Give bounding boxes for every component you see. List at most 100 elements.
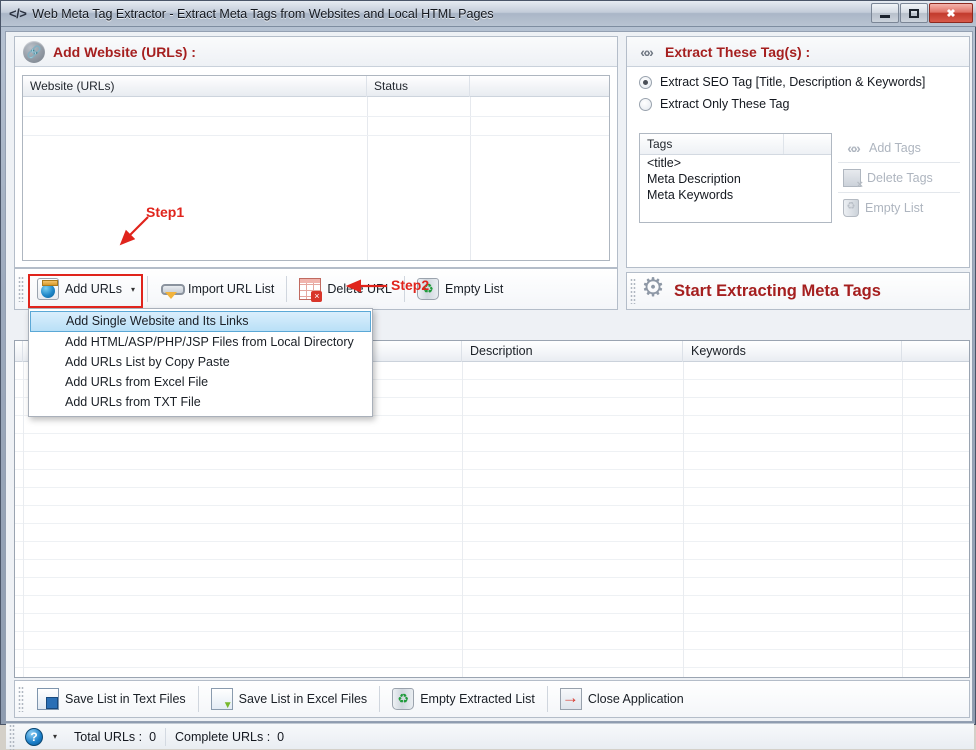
status-bar: ▾ Total URLs : 0 Complete URLs : 0 bbox=[6, 723, 974, 750]
toolbar-separator bbox=[286, 276, 288, 302]
radio-only-indicator bbox=[639, 97, 652, 111]
window-title: Web Meta Tag Extractor - Extract Meta Ta… bbox=[32, 6, 494, 21]
minimize-button[interactable] bbox=[871, 3, 899, 23]
add-tags-button[interactable]: «» Add Tags bbox=[838, 133, 960, 163]
url-grid-vline bbox=[470, 97, 471, 260]
empty-list-icon bbox=[843, 199, 859, 217]
tags-list-item[interactable]: Meta Keywords bbox=[640, 187, 831, 203]
tags-empty-list-button[interactable]: Empty List bbox=[838, 193, 960, 223]
chevron-down-icon[interactable]: ▾ bbox=[131, 285, 135, 294]
delete-tags-button[interactable]: Delete Tags bbox=[838, 163, 960, 193]
recycle-bin-icon bbox=[392, 688, 415, 710]
table-row[interactable] bbox=[15, 506, 969, 524]
save-list-excel-label: Save List in Excel Files bbox=[238, 692, 368, 706]
table-row[interactable] bbox=[15, 524, 969, 542]
tags-empty-list-label: Empty List bbox=[865, 201, 924, 215]
table-row[interactable] bbox=[15, 542, 969, 560]
radio-extract-seo-tag[interactable]: Extract SEO Tag [Title, Description & Ke… bbox=[627, 75, 969, 89]
add-website-panel-header: 🔗 Add Website (URLs) : bbox=[15, 37, 617, 67]
tags-column-header-extra[interactable] bbox=[784, 134, 831, 154]
delete-url-button[interactable]: Delete URL bbox=[290, 272, 401, 306]
toolbar-grip[interactable] bbox=[18, 276, 24, 302]
table-row[interactable] bbox=[15, 488, 969, 506]
tag-actions-group: «» Add Tags Delete Tags Empty List bbox=[838, 133, 960, 223]
results-column-header-rowmark[interactable] bbox=[15, 341, 23, 362]
menu-item-add-single-website[interactable]: Add Single Website and Its Links bbox=[30, 311, 371, 332]
start-extracting-button[interactable]: Start Extracting Meta Tags bbox=[626, 272, 970, 310]
window-controls: ✖ bbox=[871, 3, 973, 23]
toolbar-separator bbox=[546, 686, 548, 712]
tags-column-header[interactable]: Tags bbox=[640, 134, 784, 154]
tags-list-item[interactable]: Meta Description bbox=[640, 171, 831, 187]
title-bar: </> Web Meta Tag Extractor - Extract Met… bbox=[1, 1, 976, 27]
url-listview-header: Website (URLs) Status bbox=[23, 76, 609, 97]
app-logo-icon: </> bbox=[9, 6, 27, 21]
tags-list-item[interactable]: <title> bbox=[640, 155, 831, 171]
save-list-text-button[interactable]: Save List in Text Files bbox=[28, 682, 195, 716]
add-urls-dropdown-menu[interactable]: Add Single Website and Its Links Add HTM… bbox=[28, 308, 373, 417]
radio-extract-seo-tag-label: Extract SEO Tag [Title, Description & Ke… bbox=[660, 75, 926, 89]
maximize-button[interactable] bbox=[900, 3, 928, 23]
bottom-toolbar: Save List in Text Files Save List in Exc… bbox=[14, 680, 970, 718]
menu-item-add-copy-paste[interactable]: Add URLs List by Copy Paste bbox=[29, 352, 372, 372]
url-column-header-status[interactable]: Status bbox=[367, 76, 470, 97]
table-row[interactable] bbox=[15, 452, 969, 470]
url-column-header-extra[interactable] bbox=[470, 76, 609, 97]
help-icon[interactable] bbox=[25, 727, 43, 746]
empty-extracted-list-label: Empty Extracted List bbox=[420, 692, 535, 706]
url-listview[interactable]: Website (URLs) Status bbox=[22, 75, 610, 261]
save-list-excel-button[interactable]: Save List in Excel Files bbox=[202, 682, 377, 716]
menu-item-add-local-directory[interactable]: Add HTML/ASP/PHP/JSP Files from Local Di… bbox=[29, 332, 372, 352]
import-url-list-label: Import URL List bbox=[188, 282, 275, 296]
toolbar-separator bbox=[379, 686, 381, 712]
table-row[interactable] bbox=[15, 578, 969, 596]
start-panel-grip[interactable] bbox=[630, 278, 636, 304]
radio-extract-only-these-tag-label: Extract Only These Tag bbox=[660, 97, 790, 111]
add-tags-label: Add Tags bbox=[869, 140, 921, 155]
save-list-text-label: Save List in Text Files bbox=[65, 692, 186, 706]
add-urls-button[interactable]: Add URLs ▾ bbox=[28, 272, 144, 306]
status-total-urls-label: Total URLs : bbox=[74, 729, 143, 744]
status-total-urls: Total URLs : 0 bbox=[65, 727, 167, 746]
empty-list-label: Empty List bbox=[445, 282, 504, 296]
table-row[interactable] bbox=[15, 614, 969, 632]
radio-seo-indicator bbox=[639, 75, 652, 89]
close-button[interactable]: ✖ bbox=[929, 3, 973, 23]
import-url-list-button[interactable]: Import URL List bbox=[151, 272, 283, 306]
url-grid-hline bbox=[23, 116, 609, 117]
bottom-toolbar-grip[interactable] bbox=[18, 686, 24, 712]
url-listview-body[interactable] bbox=[23, 97, 609, 260]
add-urls-label: Add URLs bbox=[65, 282, 122, 296]
table-row[interactable] bbox=[15, 650, 969, 668]
url-listview-inner: Website (URLs) Status bbox=[23, 76, 609, 260]
empty-extracted-list-button[interactable]: Empty Extracted List bbox=[383, 682, 544, 716]
close-application-button[interactable]: Close Application bbox=[551, 682, 693, 716]
table-row[interactable] bbox=[15, 560, 969, 578]
table-row[interactable] bbox=[15, 596, 969, 614]
menu-item-add-txt-file[interactable]: Add URLs from TXT File bbox=[29, 392, 372, 412]
help-chevron-down-icon[interactable]: ▾ bbox=[53, 732, 57, 741]
toolbar-separator bbox=[197, 686, 199, 712]
start-extracting-label: Start Extracting Meta Tags bbox=[674, 281, 881, 300]
minimize-icon bbox=[880, 14, 890, 18]
table-row[interactable] bbox=[15, 434, 969, 452]
results-grid-vline bbox=[683, 362, 684, 677]
radio-extract-only-these-tag[interactable]: Extract Only These Tag bbox=[627, 97, 969, 111]
extract-tags-panel-header: «» Extract These Tag(s) : bbox=[627, 37, 969, 67]
link-icon: 🔗 bbox=[23, 40, 45, 63]
close-application-label: Close Application bbox=[587, 692, 684, 706]
results-column-header-description[interactable]: Description bbox=[462, 341, 683, 362]
status-bar-grip[interactable] bbox=[9, 723, 15, 750]
table-row[interactable] bbox=[15, 632, 969, 650]
url-column-header-website[interactable]: Website (URLs) bbox=[23, 76, 367, 97]
table-row[interactable] bbox=[15, 416, 969, 434]
menu-item-add-excel-file[interactable]: Add URLs from Excel File bbox=[29, 372, 372, 392]
client-area: 🔗 Add Website (URLs) : Website (URLs) St… bbox=[5, 31, 974, 750]
results-column-header-extra[interactable] bbox=[902, 341, 963, 362]
status-complete-urls-label: Complete URLs : bbox=[175, 729, 271, 744]
results-column-header-keywords[interactable]: Keywords bbox=[683, 341, 902, 362]
tags-listview[interactable]: Tags <title> Meta Description Meta Keywo… bbox=[639, 133, 832, 223]
maximize-icon bbox=[909, 8, 919, 18]
table-row[interactable] bbox=[15, 470, 969, 488]
status-complete-urls-value: 0 bbox=[277, 729, 285, 744]
